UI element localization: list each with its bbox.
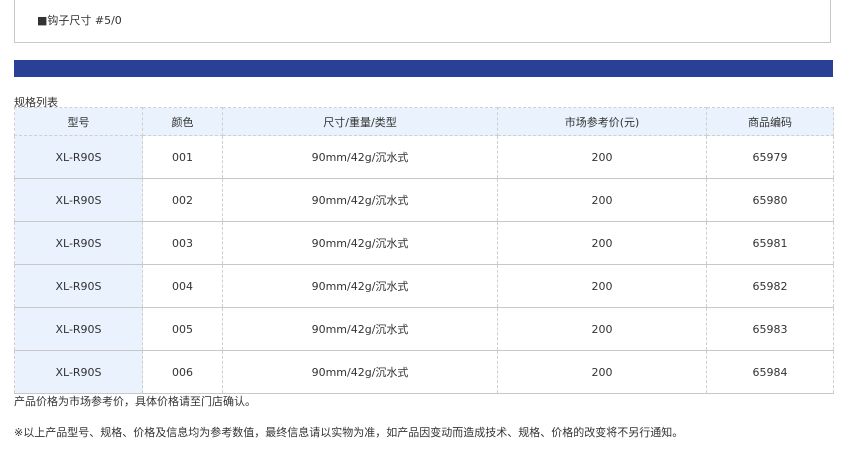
cell-size: 90mm/42g/沉水式 [222, 307, 498, 351]
cell-model: XL-R90S [14, 350, 143, 394]
disclaimer-note: ※以上产品型号、规格、价格及信息均为参考数值，最终信息请以实物为准，如产品因变动… [14, 426, 684, 439]
header-reference-price: 市场参考价(元) [497, 107, 707, 136]
price-note: 产品价格为市场参考价，具体价格请至门店确认。 [14, 395, 256, 408]
cell-code: 65979 [706, 135, 834, 179]
table-row: XL-R90S 003 90mm/42g/沉水式 200 65981 [14, 221, 834, 265]
cell-size: 90mm/42g/沉水式 [222, 178, 498, 222]
header-size-weight-type: 尺寸/重量/类型 [222, 107, 498, 136]
cell-price: 200 [497, 178, 707, 222]
cell-code: 65983 [706, 307, 834, 351]
cell-price: 200 [497, 350, 707, 394]
cell-color: 005 [142, 307, 223, 351]
cell-code: 65984 [706, 350, 834, 394]
table-row: XL-R90S 004 90mm/42g/沉水式 200 65982 [14, 264, 834, 308]
cell-price: 200 [497, 307, 707, 351]
cell-color: 001 [142, 135, 223, 179]
table-row: XL-R90S 001 90mm/42g/沉水式 200 65979 [14, 135, 834, 179]
cell-model: XL-R90S [14, 307, 143, 351]
cell-color: 006 [142, 350, 223, 394]
cell-price: 200 [497, 264, 707, 308]
cell-model: XL-R90S [14, 221, 143, 265]
cell-code: 65980 [706, 178, 834, 222]
cell-price: 200 [497, 221, 707, 265]
section-banner [14, 60, 833, 77]
cell-model: XL-R90S [14, 264, 143, 308]
cell-color: 004 [142, 264, 223, 308]
product-info-box: ■钩子尺寸 #5/0 [14, 0, 831, 43]
cell-size: 90mm/42g/沉水式 [222, 350, 498, 394]
hook-size-text: ■钩子尺寸 #5/0 [37, 14, 122, 27]
cell-model: XL-R90S [14, 135, 143, 179]
table-row: XL-R90S 005 90mm/42g/沉水式 200 65983 [14, 307, 834, 351]
cell-code: 65981 [706, 221, 834, 265]
header-color: 颜色 [142, 107, 223, 136]
cell-model: XL-R90S [14, 178, 143, 222]
cell-size: 90mm/42g/沉水式 [222, 221, 498, 265]
cell-size: 90mm/42g/沉水式 [222, 135, 498, 179]
table-row: XL-R90S 006 90mm/42g/沉水式 200 65984 [14, 350, 834, 394]
cell-color: 003 [142, 221, 223, 265]
header-product-code: 商品编码 [706, 107, 834, 136]
cell-color: 002 [142, 178, 223, 222]
table-header-row: 型号 颜色 尺寸/重量/类型 市场参考价(元) 商品编码 [14, 107, 834, 136]
cell-size: 90mm/42g/沉水式 [222, 264, 498, 308]
spec-table: 型号 颜色 尺寸/重量/类型 市场参考价(元) 商品编码 XL-R90S 001… [14, 107, 834, 394]
table-row: XL-R90S 002 90mm/42g/沉水式 200 65980 [14, 178, 834, 222]
cell-price: 200 [497, 135, 707, 179]
cell-code: 65982 [706, 264, 834, 308]
header-model: 型号 [14, 107, 143, 136]
